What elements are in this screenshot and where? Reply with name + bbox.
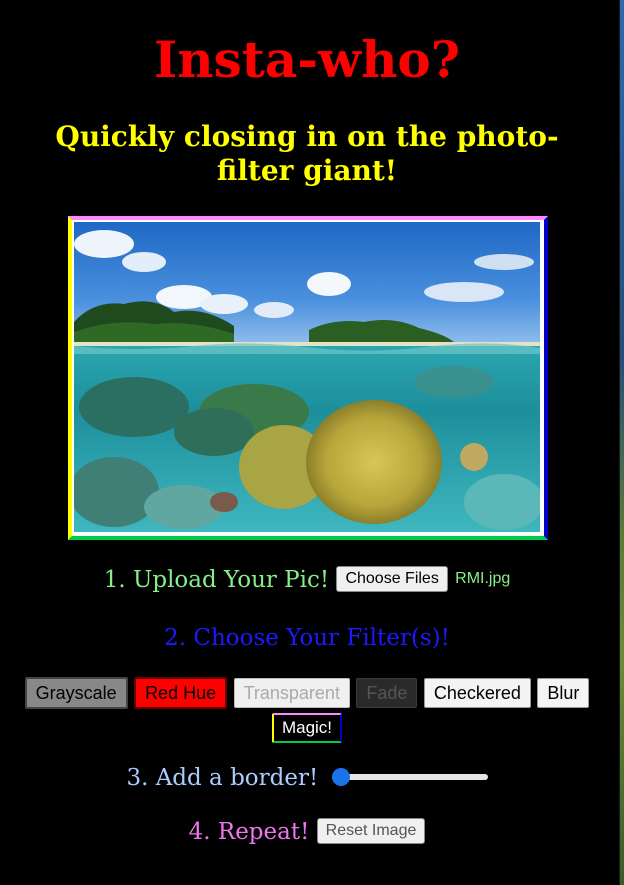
border-label: 3. Add a border! — [126, 765, 319, 791]
fade-button[interactable]: Fade — [356, 678, 418, 708]
repeat-label: 4. Repeat! — [188, 819, 310, 845]
slider-track — [331, 774, 488, 780]
reset-image-button[interactable]: Reset Image — [316, 818, 426, 844]
background-window-strip — [620, 0, 624, 885]
filter-section-heading: 2. Choose Your Filter(s)! — [0, 624, 614, 652]
photo-canvas — [74, 222, 542, 534]
page-title: Insta-who? — [153, 30, 461, 89]
transparent-button[interactable]: Transparent — [233, 678, 350, 708]
checkered-button[interactable]: Checkered — [423, 678, 531, 708]
filter-buttons: Grayscale Red Hue Transparent Fade Check… — [0, 677, 614, 747]
photo-frame — [68, 216, 548, 540]
blur-button[interactable]: Blur — [537, 678, 590, 708]
upload-section: 1. Upload Your Pic! Choose Files RMI.jpg — [0, 566, 614, 595]
border-section: 3. Add a border! — [0, 764, 614, 792]
slider-thumb[interactable] — [331, 768, 350, 786]
filter-label: 2. Choose Your Filter(s)! — [164, 625, 450, 651]
choose-files-button[interactable]: Choose Files — [336, 566, 448, 592]
page-subtitle: Quickly closing in on the photo-filter g… — [55, 120, 559, 187]
selected-filename: RMI.jpg — [455, 570, 511, 587]
border-width-slider[interactable] — [331, 767, 488, 787]
grayscale-button[interactable]: Grayscale — [24, 677, 128, 709]
red-hue-button[interactable]: Red Hue — [134, 677, 228, 709]
magic-button[interactable]: Magic! — [271, 713, 343, 743]
upload-label: 1. Upload Your Pic! — [103, 567, 330, 593]
tropical-reef-photo — [74, 222, 540, 532]
repeat-section: 4. Repeat! Reset Image — [0, 818, 614, 846]
